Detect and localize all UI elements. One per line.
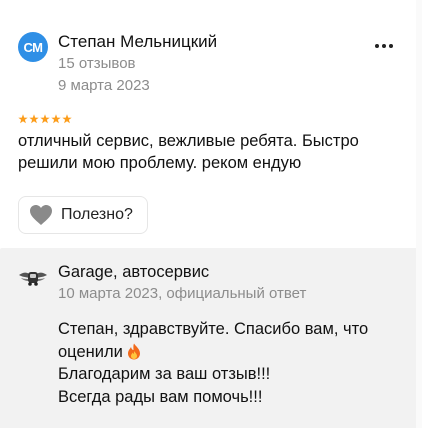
reply-text: Степан, здравствуйте. Спасибо вам, что о… xyxy=(58,318,408,408)
reply-line: оценили xyxy=(58,341,408,364)
star-icon xyxy=(51,114,61,124)
review-date: 9 марта 2023 xyxy=(58,77,150,94)
heart-icon xyxy=(30,205,52,225)
helpful-button[interactable]: Полезно? xyxy=(18,196,148,234)
reply-meta: 10 марта 2023, официальный ответ xyxy=(58,285,307,302)
scroll-gutter xyxy=(416,0,422,428)
fire-icon xyxy=(127,343,140,359)
business-name[interactable]: Garage, автосервис xyxy=(58,263,209,282)
reply-line: Благодарим за ваш отзыв!!! xyxy=(58,365,271,383)
star-icon xyxy=(29,114,39,124)
star-icon xyxy=(18,114,28,124)
star-icon xyxy=(62,114,72,124)
author-review-count: 15 отзывов xyxy=(58,55,136,72)
author-name[interactable]: Степан Мельницкий xyxy=(58,32,217,52)
reply-line: Всегда рады вам помочь!!! xyxy=(58,387,263,406)
rating-stars xyxy=(18,114,72,124)
review-text: отличный сервис, вежливые ребята. Быстро… xyxy=(18,132,359,172)
author-avatar[interactable]: СМ xyxy=(18,32,48,62)
more-dots-icon[interactable] xyxy=(370,36,398,56)
reply-line: Степан, здравствуйте. Спасибо вам, что xyxy=(58,320,369,338)
helpful-label: Полезно? xyxy=(61,206,133,223)
winged-car-logo-icon xyxy=(19,272,47,286)
star-icon xyxy=(40,114,50,124)
